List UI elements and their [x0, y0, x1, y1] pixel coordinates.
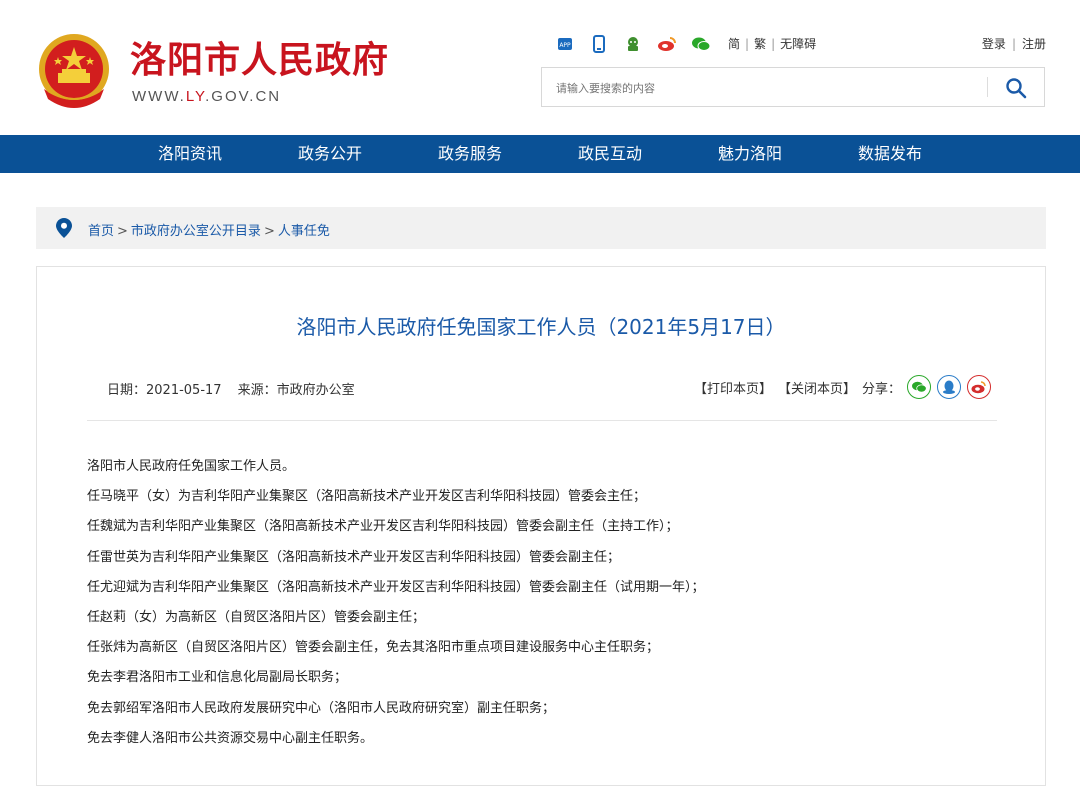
- separator: |: [771, 37, 776, 51]
- article-paragraph: 免去郭绍军洛阳市人民政府发展研究中心（洛阳市人民政府研究室）副主任职务；: [87, 700, 556, 716]
- share-label: 分享：: [861, 381, 901, 397]
- article-paragraph: 任尤迎斌为吉利华阳产业集聚区（洛阳高新技术产业开发区吉利华阳科技园）管委会副主任…: [87, 579, 705, 595]
- breadcrumb: 首页 > 市政府办公室公开目录 > 人事任免: [36, 207, 1046, 249]
- location-pin-icon: [56, 218, 72, 242]
- article-paragraph: 任马晓平（女）为吉利华阳产业集聚区（洛阳高新技术产业开发区吉利华阳科技园）管委会…: [87, 489, 647, 505]
- nav-item-charming-luoyang[interactable]: 魅力洛阳: [680, 135, 820, 173]
- mobile-icon[interactable]: [587, 34, 611, 54]
- search-divider: [987, 77, 988, 97]
- article-date: 2021-05-17: [146, 383, 222, 398]
- breadcrumb-separator: >: [117, 224, 128, 239]
- robot-icon[interactable]: [621, 34, 645, 54]
- login-link[interactable]: 登录: [982, 37, 1006, 51]
- article-divider: [87, 420, 997, 421]
- national-emblem-logo: [36, 33, 112, 113]
- article-paragraph: 任雷世英为吉利华阳产业集聚区（洛阳高新技术产业开发区吉利华阳科技园）管委会副主任…: [87, 549, 621, 565]
- article-tools: 【打印本页】 【关闭本页】 分享：: [694, 375, 991, 399]
- date-label: 日期：: [107, 383, 147, 398]
- weibo-icon[interactable]: [655, 34, 679, 54]
- site-title[interactable]: 洛阳市人民政府: [130, 38, 389, 84]
- article-body: 洛阳市人民政府任免国家工作人员。 任马晓平（女）为吉利华阳产业集聚区（洛阳高新技…: [87, 456, 997, 758]
- breadcrumb-home[interactable]: 首页: [88, 224, 114, 239]
- site-url: WWW.LY.GOV.CN: [132, 88, 281, 105]
- breadcrumb-trail: 首页 > 市政府办公室公开目录 > 人事任免: [88, 220, 330, 239]
- svg-text:APP: APP: [559, 42, 571, 49]
- source-label: 来源：: [237, 383, 277, 398]
- app-icon[interactable]: APP: [553, 34, 577, 54]
- article-meta: 日期：2021-05-17 来源：市政府办公室: [107, 379, 355, 398]
- search-box: [541, 67, 1045, 107]
- search-button[interactable]: [1002, 76, 1030, 100]
- tool-icons: APP: [553, 34, 713, 54]
- close-page-link[interactable]: 【关闭本页】: [778, 378, 856, 397]
- breadcrumb-directory[interactable]: 市政府办公室公开目录: [131, 224, 261, 239]
- accessibility-link[interactable]: 无障碍: [780, 37, 816, 51]
- share-wechat-button[interactable]: [907, 375, 931, 399]
- article-paragraph: 免去李健人洛阳市公共资源交易中心副主任职务。: [87, 730, 374, 746]
- share-weibo-button[interactable]: [967, 375, 991, 399]
- nav-item-public-interaction[interactable]: 政民互动: [540, 135, 680, 173]
- print-page-link[interactable]: 【打印本页】: [694, 378, 772, 397]
- nav-item-luoyang-news[interactable]: 洛阳资讯: [120, 135, 260, 173]
- site-header: 洛阳市人民政府 WWW.LY.GOV.CN APP 简 | 繁 | 无障碍 登录 | 注册: [0, 0, 1080, 135]
- breadcrumb-personnel[interactable]: 人事任免: [278, 224, 330, 239]
- article-source: 市政府办公室: [276, 383, 355, 398]
- share-qq-button[interactable]: [937, 375, 961, 399]
- article-title: 洛阳市人民政府任免国家工作人员（2021年5月17日）: [296, 315, 786, 339]
- site-url-prefix: WWW.: [132, 88, 186, 105]
- article-paragraph: 任魏斌为吉利华阳产业集聚区（洛阳高新技术产业开发区吉利华阳科技园）管委会副主任（…: [87, 519, 679, 535]
- search-input[interactable]: [554, 77, 978, 99]
- main-nav: 洛阳资讯 政务公开 政务服务 政民互动 魅力洛阳 数据发布: [0, 135, 1080, 173]
- separator: |: [745, 37, 750, 51]
- wechat-icon: [912, 381, 927, 393]
- breadcrumb-separator: >: [263, 224, 275, 239]
- auth-links: 登录 | 注册: [982, 35, 1046, 52]
- qq-icon: [943, 380, 955, 394]
- traditional-chinese-link[interactable]: 繁: [754, 37, 766, 51]
- nav-item-government-affairs-disclosure[interactable]: 政务公开: [260, 135, 400, 173]
- language-links: 简 | 繁 | 无障碍: [728, 35, 816, 52]
- article-paragraph: 任张炜为高新区（自贸区洛阳片区）管委会副主任，免去其洛阳市重点项目建设服务中心主…: [87, 640, 660, 656]
- weibo-icon: [971, 381, 986, 394]
- site-url-highlight: LY: [185, 88, 206, 105]
- register-link[interactable]: 注册: [1022, 37, 1046, 51]
- article-paragraph: 洛阳市人民政府任免国家工作人员。: [87, 459, 296, 474]
- nav-item-government-services[interactable]: 政务服务: [400, 135, 540, 173]
- simplified-chinese-link[interactable]: 简: [728, 37, 740, 51]
- nav-item-data-release[interactable]: 数据发布: [820, 135, 960, 173]
- search-icon: [1006, 78, 1027, 99]
- site-url-suffix: .GOV.CN: [205, 88, 282, 105]
- wechat-icon[interactable]: [689, 34, 713, 54]
- separator: |: [1011, 37, 1016, 51]
- article-paragraph: 任赵莉（女）为高新区（自贸区洛阳片区）管委会副主任；: [87, 609, 426, 625]
- article-paragraph: 免去李君洛阳市工业和信息化局副局长职务；: [87, 670, 348, 686]
- article-panel: 洛阳市人民政府任免国家工作人员（2021年5月17日） 日期：2021-05-1…: [36, 266, 1046, 786]
